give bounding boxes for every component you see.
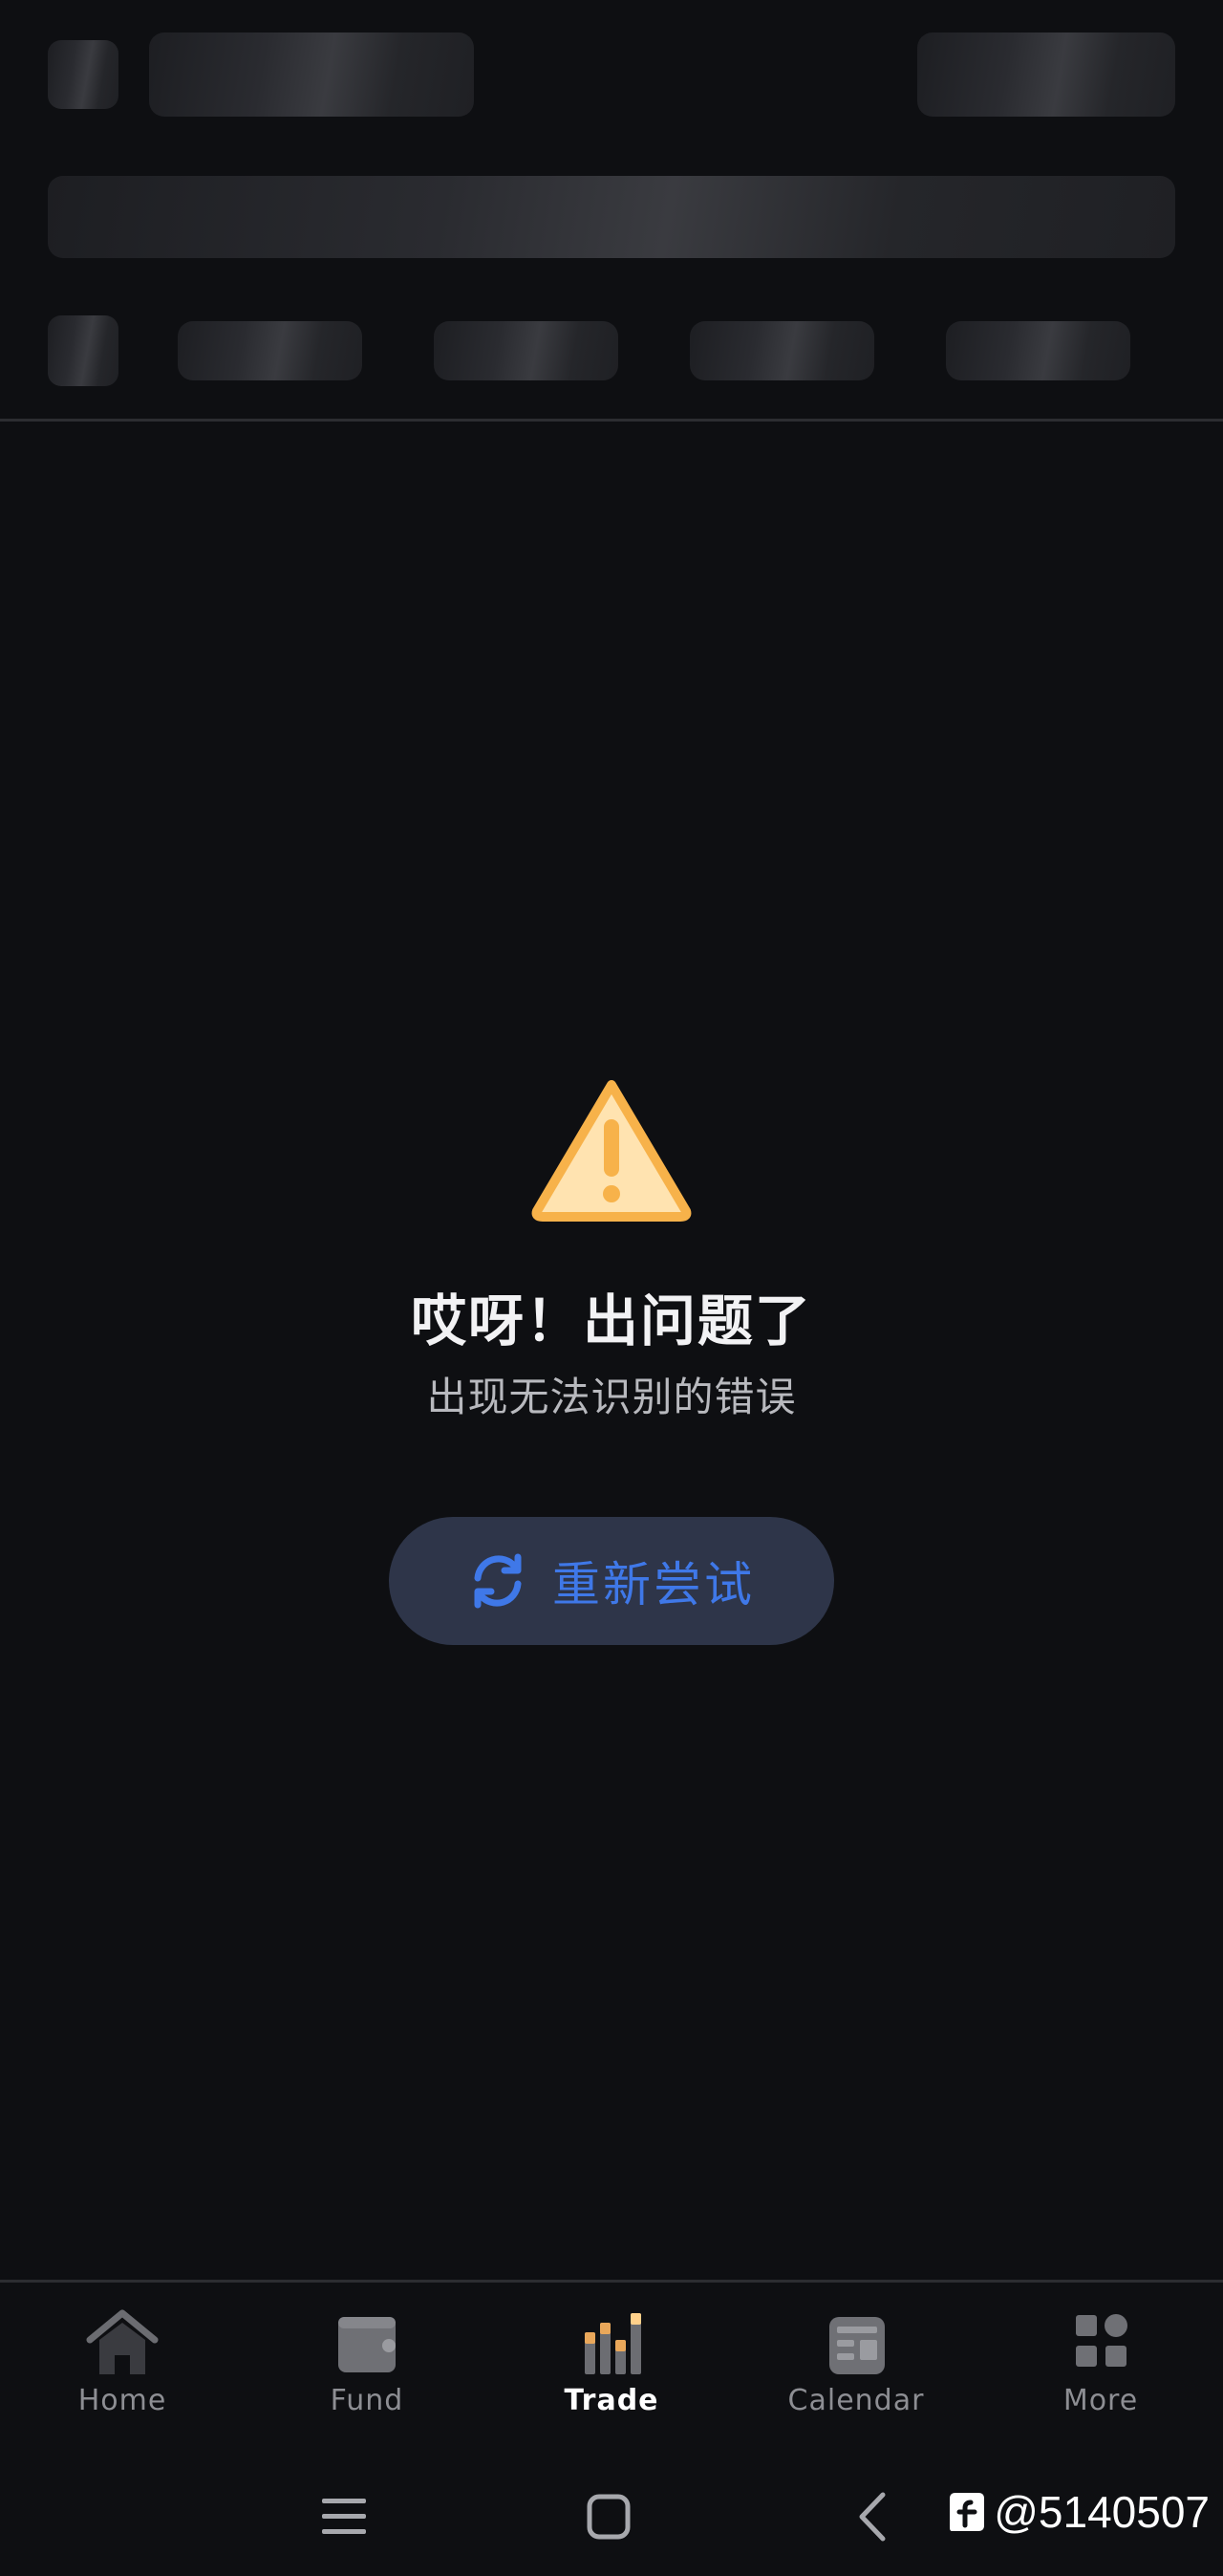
skeleton-tab-1 [178, 321, 362, 380]
refresh-icon [474, 1553, 522, 1609]
header-divider [0, 419, 1223, 422]
tab-home[interactable]: Home [0, 2283, 245, 2464]
error-subtitle: 出现无法识别的错误 [426, 1374, 797, 1420]
skeleton-tab-2 [434, 321, 618, 380]
bottom-tab-bar: Home Fund Trade Calendar More [0, 2280, 1223, 2464]
skeleton-tab-4 [946, 321, 1130, 380]
error-title: 哎呀！出问题了 [410, 1288, 812, 1353]
home-icon [86, 2309, 159, 2374]
skeleton-title [149, 32, 474, 117]
skeleton-search-bar [48, 176, 1175, 258]
tab-trade[interactable]: Trade [489, 2283, 734, 2464]
tab-label: Trade [564, 2384, 659, 2417]
retry-label: 重新尝试 [552, 1557, 755, 1613]
tab-calendar[interactable]: Calendar [734, 2283, 978, 2464]
tab-label: Home [77, 2384, 167, 2417]
back-icon[interactable] [841, 2483, 908, 2550]
skeleton-tab-3 [690, 321, 874, 380]
tab-label: More [1062, 2384, 1139, 2417]
tab-label: Calendar [787, 2384, 925, 2417]
home-square-icon[interactable] [575, 2483, 642, 2550]
retry-button[interactable]: 重新尝试 [389, 1517, 834, 1645]
calendar-news-icon [829, 2317, 885, 2374]
grid-icon [1076, 2314, 1127, 2367]
bar-chart-icon [585, 2313, 641, 2374]
watermark-text: @5140507 [994, 2487, 1210, 2537]
tab-label: Fund [330, 2384, 404, 2417]
watermark: @5140507 [946, 2483, 1210, 2541]
skeleton-icon [48, 315, 118, 386]
menu-icon[interactable] [311, 2483, 377, 2550]
tab-fund[interactable]: Fund [245, 2283, 489, 2464]
tab-more[interactable]: More [978, 2283, 1223, 2464]
warning-triangle-icon [531, 1080, 692, 1222]
skeleton-avatar [48, 40, 118, 109]
weibo-logo [950, 2493, 985, 2531]
app-screen: 哎呀！出问题了 出现无法识别的错误 重新尝试 Home Fund Trade C… [0, 0, 1223, 2576]
skeleton-action [917, 32, 1175, 117]
wallet-icon [338, 2317, 396, 2372]
